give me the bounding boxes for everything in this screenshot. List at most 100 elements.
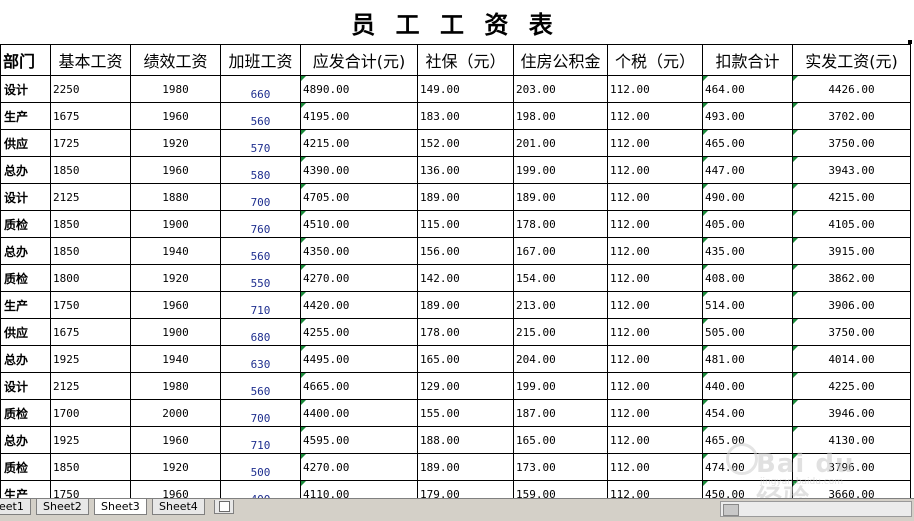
cell-dept[interactable]: 生产 bbox=[0, 480, 51, 498]
cell-housing-fund[interactable]: 213.00 bbox=[513, 291, 608, 319]
cell-gross[interactable]: 4270.00 bbox=[300, 264, 418, 292]
header-cell-performance[interactable]: 绩效工资 bbox=[130, 44, 221, 76]
cell-social-security[interactable]: 142.00 bbox=[417, 264, 514, 292]
cell-gross[interactable]: 4890.00 bbox=[300, 75, 418, 103]
insert-sheet-icon[interactable] bbox=[214, 500, 234, 514]
cell-housing-fund[interactable]: 198.00 bbox=[513, 102, 608, 130]
cell-social-security[interactable]: 179.00 bbox=[417, 480, 514, 498]
cell-performance[interactable]: 1960 bbox=[130, 291, 221, 319]
cell-housing-fund[interactable]: 154.00 bbox=[513, 264, 608, 292]
cell-tax[interactable]: 112.00 bbox=[607, 399, 703, 427]
cell-dept[interactable]: 总办 bbox=[0, 237, 51, 265]
tab-sheet3[interactable]: Sheet3 bbox=[94, 499, 147, 515]
cell-tax[interactable]: 112.00 bbox=[607, 129, 703, 157]
cell-performance[interactable]: 1980 bbox=[130, 75, 221, 103]
cell-deductions[interactable]: 505.00 bbox=[702, 318, 793, 346]
cell-net-pay[interactable]: 4215.00 bbox=[792, 183, 911, 211]
cell-social-security[interactable]: 129.00 bbox=[417, 372, 514, 400]
cell-tax[interactable]: 112.00 bbox=[607, 345, 703, 373]
cell-overtime[interactable]: 680 bbox=[220, 318, 301, 346]
cell-basic[interactable]: 1925 bbox=[50, 426, 131, 454]
cell-gross[interactable]: 4350.00 bbox=[300, 237, 418, 265]
cell-basic[interactable]: 2250 bbox=[50, 75, 131, 103]
cell-performance[interactable]: 1920 bbox=[130, 129, 221, 157]
cell-tax[interactable]: 112.00 bbox=[607, 264, 703, 292]
horizontal-scrollbar[interactable] bbox=[720, 501, 912, 517]
cell-basic[interactable]: 1725 bbox=[50, 129, 131, 157]
cell-gross[interactable]: 4510.00 bbox=[300, 210, 418, 238]
cell-dept[interactable]: 供应 bbox=[0, 318, 51, 346]
cell-housing-fund[interactable]: 187.00 bbox=[513, 399, 608, 427]
cell-deductions[interactable]: 454.00 bbox=[702, 399, 793, 427]
cell-deductions[interactable]: 447.00 bbox=[702, 156, 793, 184]
cell-housing-fund[interactable]: 199.00 bbox=[513, 372, 608, 400]
cell-net-pay[interactable]: 4426.00 bbox=[792, 75, 911, 103]
cell-tax[interactable]: 112.00 bbox=[607, 237, 703, 265]
cell-dept[interactable]: 质检 bbox=[0, 453, 51, 481]
cell-net-pay[interactable]: 3946.00 bbox=[792, 399, 911, 427]
cell-tax[interactable]: 112.00 bbox=[607, 210, 703, 238]
cell-overtime[interactable]: 560 bbox=[220, 237, 301, 265]
cell-overtime[interactable]: 560 bbox=[220, 372, 301, 400]
cell-net-pay[interactable]: 3750.00 bbox=[792, 129, 911, 157]
cell-dept[interactable]: 总办 bbox=[0, 156, 51, 184]
cell-overtime[interactable]: 710 bbox=[220, 426, 301, 454]
cell-performance[interactable]: 1980 bbox=[130, 372, 221, 400]
cell-performance[interactable]: 1900 bbox=[130, 318, 221, 346]
cell-deductions[interactable]: 405.00 bbox=[702, 210, 793, 238]
cell-overtime[interactable]: 660 bbox=[220, 75, 301, 103]
cell-performance[interactable]: 2000 bbox=[130, 399, 221, 427]
cell-deductions[interactable]: 481.00 bbox=[702, 345, 793, 373]
cell-dept[interactable]: 总办 bbox=[0, 345, 51, 373]
header-cell-deductions[interactable]: 扣款合计 bbox=[702, 44, 793, 76]
cell-deductions[interactable]: 440.00 bbox=[702, 372, 793, 400]
cell-social-security[interactable]: 189.00 bbox=[417, 453, 514, 481]
cell-basic[interactable]: 1750 bbox=[50, 291, 131, 319]
cell-tax[interactable]: 112.00 bbox=[607, 75, 703, 103]
cell-performance[interactable]: 1940 bbox=[130, 237, 221, 265]
sheet-title[interactable]: 员 工 工 资 表 bbox=[0, 0, 910, 45]
cell-overtime[interactable]: 580 bbox=[220, 156, 301, 184]
cell-overtime[interactable]: 700 bbox=[220, 183, 301, 211]
cell-gross[interactable]: 4110.00 bbox=[300, 480, 418, 498]
cell-net-pay[interactable]: 4014.00 bbox=[792, 345, 911, 373]
cell-tax[interactable]: 112.00 bbox=[607, 102, 703, 130]
cell-performance[interactable]: 1960 bbox=[130, 480, 221, 498]
cell-housing-fund[interactable]: 204.00 bbox=[513, 345, 608, 373]
cell-overtime[interactable]: 630 bbox=[220, 345, 301, 373]
cell-tax[interactable]: 112.00 bbox=[607, 372, 703, 400]
cell-net-pay[interactable]: 3915.00 bbox=[792, 237, 911, 265]
cell-housing-fund[interactable]: 167.00 bbox=[513, 237, 608, 265]
cell-basic[interactable]: 1925 bbox=[50, 345, 131, 373]
cell-social-security[interactable]: 149.00 bbox=[417, 75, 514, 103]
header-cell-tax[interactable]: 个税（元） bbox=[607, 44, 703, 76]
cell-social-security[interactable]: 189.00 bbox=[417, 291, 514, 319]
cell-dept[interactable]: 设计 bbox=[0, 183, 51, 211]
cell-overtime[interactable]: 570 bbox=[220, 129, 301, 157]
cell-social-security[interactable]: 178.00 bbox=[417, 318, 514, 346]
cell-gross[interactable]: 4215.00 bbox=[300, 129, 418, 157]
cell-dept[interactable]: 质检 bbox=[0, 210, 51, 238]
cell-gross[interactable]: 4270.00 bbox=[300, 453, 418, 481]
cell-overtime[interactable]: 560 bbox=[220, 102, 301, 130]
cell-housing-fund[interactable]: 215.00 bbox=[513, 318, 608, 346]
cell-net-pay[interactable]: 3943.00 bbox=[792, 156, 911, 184]
cell-social-security[interactable]: 189.00 bbox=[417, 183, 514, 211]
cell-social-security[interactable]: 155.00 bbox=[417, 399, 514, 427]
cell-dept[interactable]: 质检 bbox=[0, 399, 51, 427]
header-cell-housing-fund[interactable]: 住房公积金 bbox=[513, 44, 608, 76]
cell-dept[interactable]: 总办 bbox=[0, 426, 51, 454]
cell-deductions[interactable]: 490.00 bbox=[702, 183, 793, 211]
cell-net-pay[interactable]: 3906.00 bbox=[792, 291, 911, 319]
cell-social-security[interactable]: 152.00 bbox=[417, 129, 514, 157]
cell-dept[interactable]: 供应 bbox=[0, 129, 51, 157]
cell-dept[interactable]: 质检 bbox=[0, 264, 51, 292]
scrollbar-thumb[interactable] bbox=[723, 504, 739, 516]
cell-deductions[interactable]: 465.00 bbox=[702, 129, 793, 157]
cell-performance[interactable]: 1960 bbox=[130, 102, 221, 130]
cell-basic[interactable]: 1675 bbox=[50, 102, 131, 130]
cell-tax[interactable]: 112.00 bbox=[607, 426, 703, 454]
cell-dept[interactable]: 生产 bbox=[0, 102, 51, 130]
cell-performance[interactable]: 1960 bbox=[130, 156, 221, 184]
cell-social-security[interactable]: 165.00 bbox=[417, 345, 514, 373]
